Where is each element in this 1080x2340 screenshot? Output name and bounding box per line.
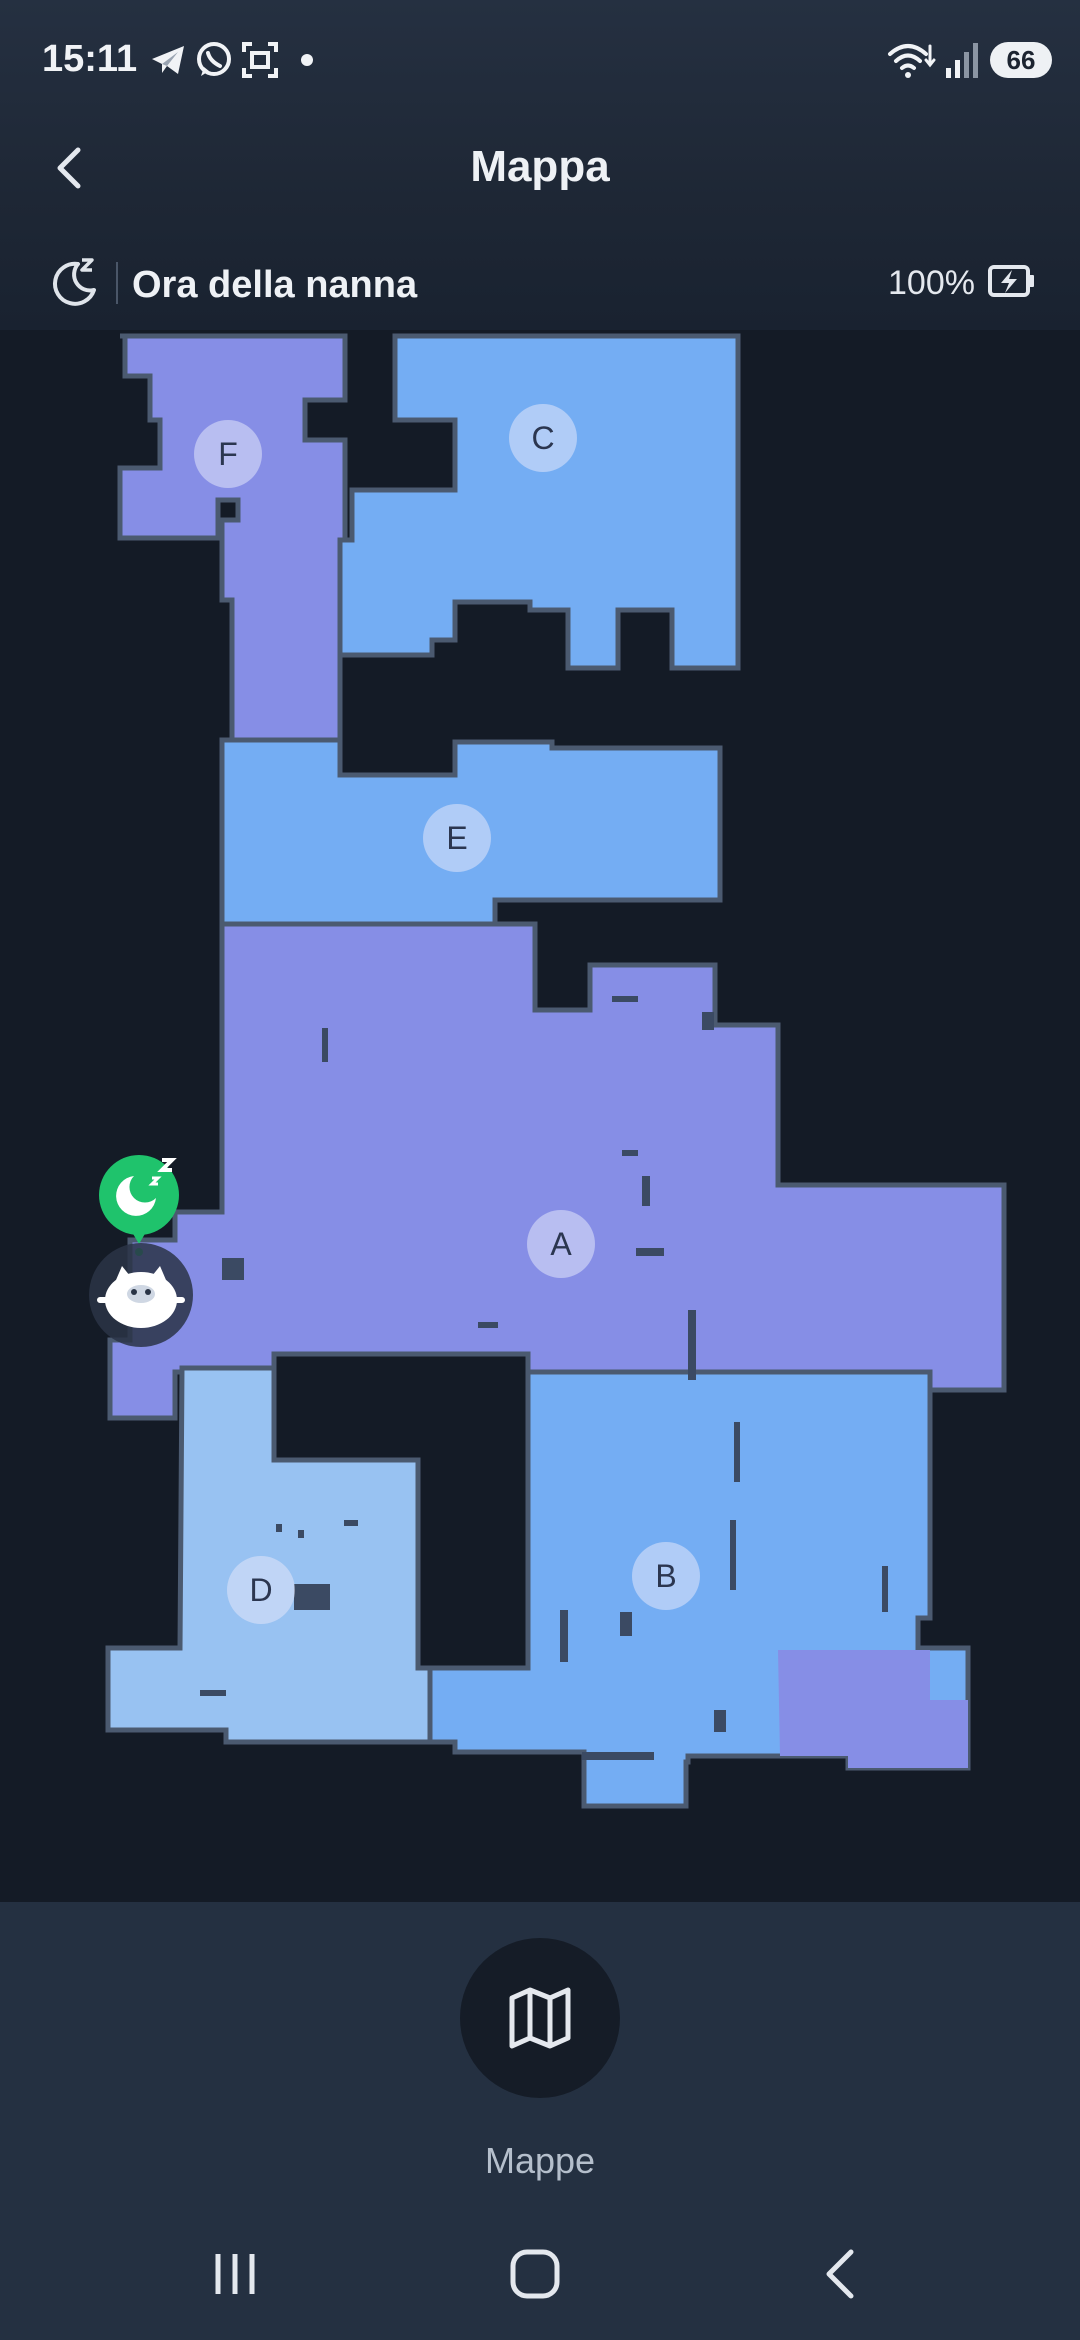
- signal-icon: [944, 40, 984, 85]
- robot-vacuum-icon[interactable]: [86, 1240, 196, 1350]
- mode-divider: [116, 262, 118, 304]
- back-icon: [826, 2249, 854, 2299]
- room-f: [117, 333, 348, 743]
- nav-back-button[interactable]: [805, 2244, 875, 2304]
- room-label-f[interactable]: F: [194, 420, 262, 488]
- mode-label: Ora della nanna: [132, 264, 418, 306]
- maps-button[interactable]: [460, 1938, 620, 2098]
- bottom-panel: Mappe: [0, 1902, 1080, 2202]
- battery-charging-icon: [988, 265, 1034, 297]
- dot-icon: [300, 53, 314, 72]
- home-button[interactable]: [500, 2244, 570, 2304]
- system-nav-bar: [0, 2202, 1080, 2340]
- home-icon: [510, 2249, 560, 2299]
- robot-battery-percent: 100%: [888, 264, 975, 302]
- wifi-icon: [886, 38, 938, 87]
- telegram-icon: [148, 40, 188, 85]
- battery-level-badge: 66: [990, 42, 1052, 78]
- room-label-a[interactable]: A: [527, 1210, 595, 1278]
- floor-map[interactable]: F C E A B D: [0, 330, 1080, 1902]
- room-label-e[interactable]: E: [423, 804, 491, 872]
- status-time: 15:11: [42, 38, 138, 80]
- room-label-c[interactable]: C: [509, 404, 577, 472]
- mode-row[interactable]: Ora della nanna 100%: [0, 250, 1080, 320]
- recent-apps-button[interactable]: [200, 2244, 270, 2304]
- top-bar: 15:11 66 Mappa Ora della nanna 100%: [0, 0, 1080, 330]
- moon-z-icon: [53, 258, 96, 306]
- map-canvas[interactable]: [0, 330, 1080, 1902]
- map-icon: [509, 1987, 571, 2049]
- room-label-d[interactable]: D: [227, 1556, 295, 1624]
- whatsapp-icon: [194, 40, 234, 85]
- room-c: [337, 333, 741, 671]
- maps-button-label[interactable]: Mappe: [0, 2140, 1080, 2182]
- recent-apps-icon: [215, 2254, 255, 2294]
- status-bar: 15:11 66: [0, 0, 1080, 120]
- room-a: [107, 921, 1007, 1421]
- screenshot-icon: [240, 40, 280, 85]
- page-title: Mappa: [470, 142, 610, 191]
- room-label-b[interactable]: B: [632, 1542, 700, 1610]
